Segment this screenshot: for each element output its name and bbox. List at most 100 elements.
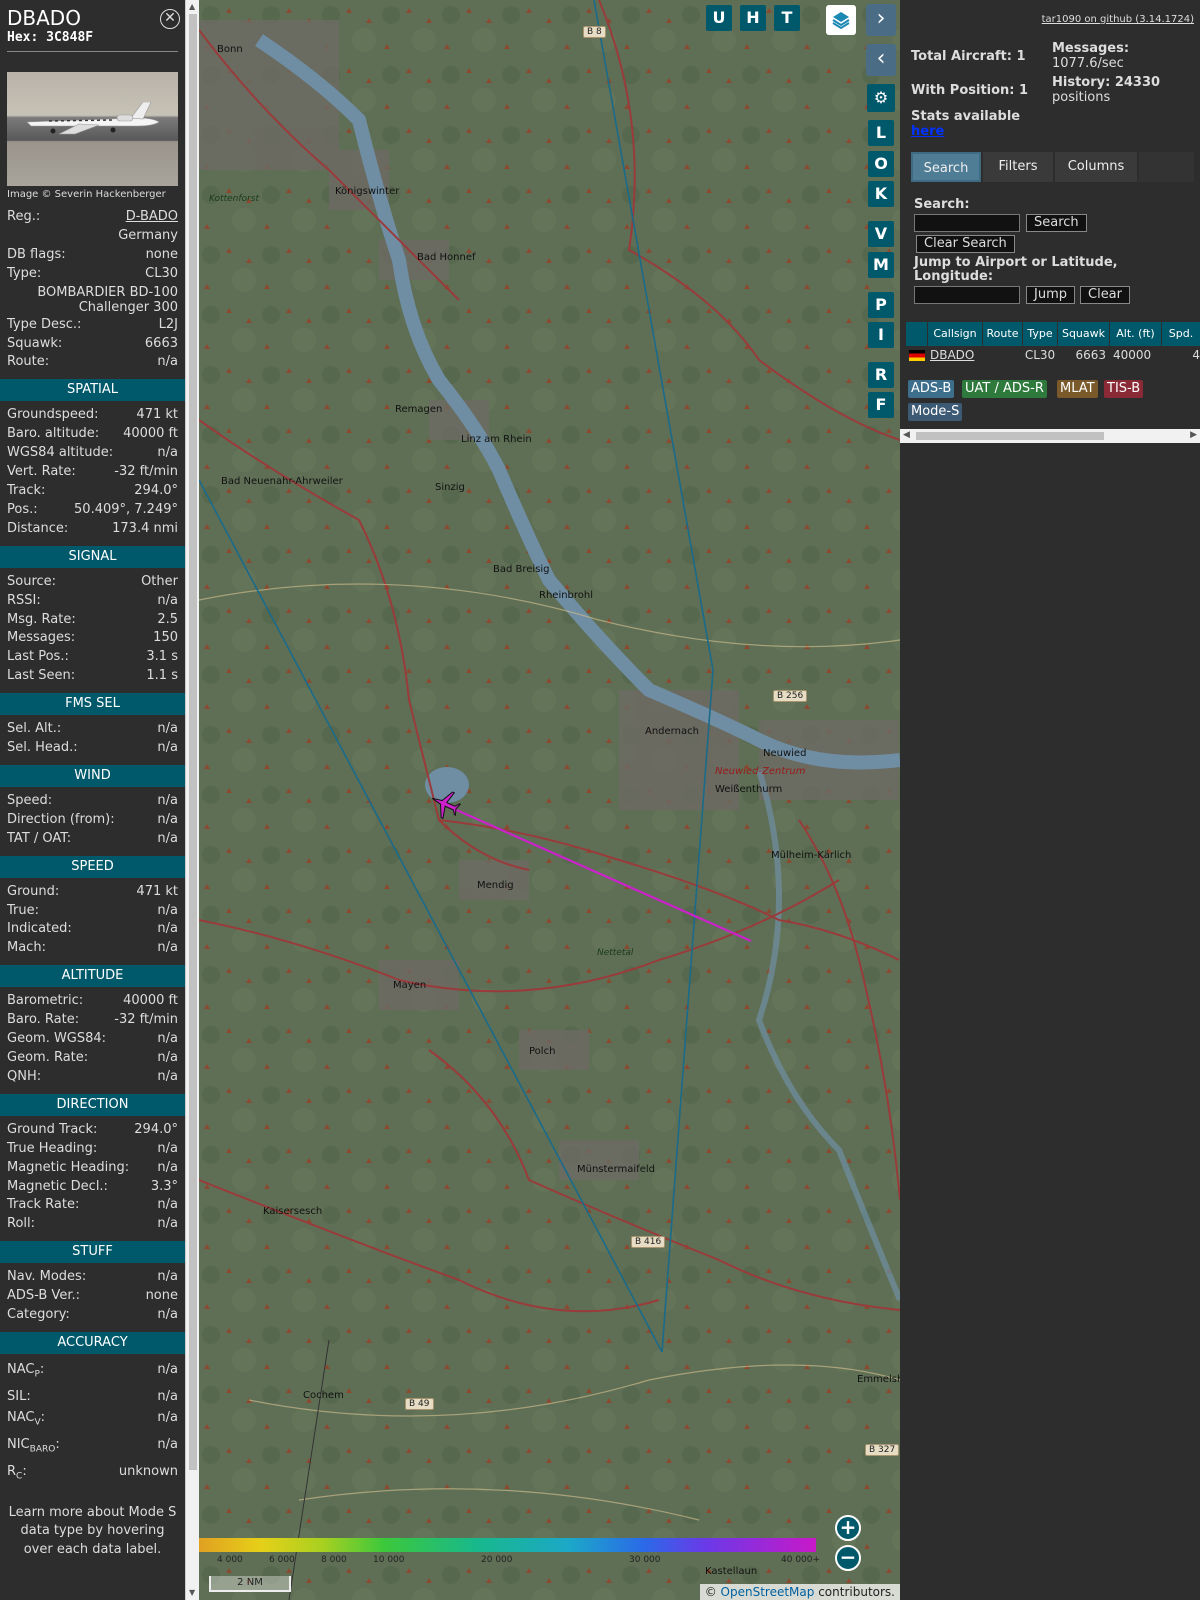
zoom-out-button[interactable]: −: [835, 1545, 861, 1571]
table-horizontal-scrollbar[interactable]: ◀ ▶: [900, 429, 1200, 443]
search-button[interactable]: Search: [1026, 214, 1087, 232]
scroll-right-icon[interactable]: ▶: [1190, 430, 1197, 440]
osm-link[interactable]: OpenStreetMap: [721, 1585, 815, 1599]
aircraft-photo[interactable]: [7, 72, 178, 186]
clear-button[interactable]: Clear: [1080, 286, 1130, 304]
tab-filters[interactable]: Filters: [983, 152, 1053, 182]
scroll-down-icon[interactable]: ▼: [189, 1588, 195, 1597]
detail-label[interactable]: Magnetic Decl.:: [7, 1178, 108, 1197]
detail-label[interactable]: Nav. Modes:: [7, 1268, 86, 1287]
jump-input[interactable]: [914, 286, 1020, 304]
aircraft-marker-icon[interactable]: [429, 788, 461, 820]
detail-label[interactable]: Last Pos.:: [7, 648, 69, 667]
detail-label[interactable]: Barometric:: [7, 992, 83, 1011]
map-button-t[interactable]: T: [774, 5, 800, 31]
layers-icon[interactable]: [826, 5, 856, 35]
detail-label[interactable]: SIL:: [7, 1386, 31, 1407]
chevron-right-icon[interactable]: ›: [866, 4, 896, 36]
col-speed[interactable]: Spd.: [1162, 322, 1200, 346]
scroll-left-icon[interactable]: ◀: [903, 430, 910, 440]
map-button-v[interactable]: V: [868, 221, 894, 247]
info-panel-scrollbar[interactable]: ▲ ▼: [185, 0, 199, 1600]
zoom-in-button[interactable]: +: [835, 1515, 861, 1541]
detail-label[interactable]: Direction (from):: [7, 811, 115, 830]
detail-label[interactable]: Pos.:: [7, 501, 38, 520]
map-canvas[interactable]: Bonn Königswinter Bad Honnef Kottenforst Rem…: [199, 0, 900, 1600]
detail-label[interactable]: Ground Track:: [7, 1121, 97, 1140]
detail-label[interactable]: Messages:: [7, 629, 75, 648]
detail-label[interactable]: Track:: [7, 482, 45, 501]
scroll-up-icon[interactable]: ▲: [189, 2, 195, 11]
map-button-i[interactable]: I: [868, 322, 894, 348]
detail-label[interactable]: True Heading:: [7, 1140, 97, 1159]
detail-label[interactable]: NICBARO:: [7, 1434, 60, 1461]
tab-columns[interactable]: Columns: [1055, 152, 1137, 182]
map-button-f[interactable]: F: [868, 392, 894, 418]
detail-label[interactable]: Ground:: [7, 883, 59, 902]
detail-row: Distance: 173.4 nmi: [0, 520, 185, 539]
map-button-h[interactable]: H: [740, 5, 766, 31]
col-alt[interactable]: Alt. (ft): [1110, 322, 1162, 346]
detail-value[interactable]: D-BADO: [126, 208, 178, 227]
detail-label[interactable]: Track Rate:: [7, 1196, 79, 1215]
detail-label[interactable]: Last Seen:: [7, 667, 75, 686]
settings-gear-icon[interactable]: ⚙: [867, 84, 895, 112]
detail-label[interactable]: Source:: [7, 573, 56, 592]
detail-label[interactable]: Sel. Alt.:: [7, 720, 61, 739]
chevron-left-icon[interactable]: ‹: [866, 44, 896, 76]
detail-label[interactable]: QNH:: [7, 1068, 41, 1087]
detail-label[interactable]: Magnetic Heading:: [7, 1159, 129, 1178]
map-button-r[interactable]: R: [868, 362, 894, 388]
detail-label[interactable]: Msg. Rate:: [7, 611, 76, 630]
col-callsign[interactable]: Callsign: [928, 322, 983, 346]
detail-label[interactable]: RC:: [7, 1461, 27, 1488]
map-button-l[interactable]: L: [868, 120, 894, 146]
detail-label[interactable]: NACP:: [7, 1359, 44, 1386]
jump-button[interactable]: Jump: [1026, 286, 1075, 304]
detail-label: Route:: [7, 354, 50, 370]
row-callsign[interactable]: DBADO: [928, 346, 983, 364]
col-squawk[interactable]: Squawk: [1058, 322, 1110, 346]
detail-label[interactable]: Sel. Head.:: [7, 739, 78, 758]
tab-search[interactable]: Search: [911, 152, 981, 182]
scrollbar-thumb[interactable]: [189, 14, 197, 1470]
map-attribution[interactable]: © OpenStreetMap contributors.: [699, 1584, 900, 1600]
detail-label[interactable]: NACV:: [7, 1407, 45, 1434]
detail-label[interactable]: TAT / OAT:: [7, 830, 71, 849]
detail-label[interactable]: RSSI:: [7, 592, 41, 611]
detail-label[interactable]: Distance:: [7, 520, 68, 539]
map-button-p[interactable]: P: [868, 292, 894, 318]
detail-label[interactable]: Mach:: [7, 939, 46, 958]
search-input[interactable]: [914, 214, 1020, 232]
detail-label[interactable]: ADS-B Ver.:: [7, 1287, 80, 1306]
detail-label[interactable]: Speed:: [7, 792, 52, 811]
map-button-o[interactable]: O: [868, 151, 894, 177]
detail-label[interactable]: Groundspeed:: [7, 406, 98, 425]
hscroll-thumb[interactable]: [916, 432, 1104, 440]
place-label: Andernach: [645, 726, 699, 737]
github-link[interactable]: tar1090 on github (3.14.1724): [1042, 14, 1194, 25]
detail-label[interactable]: Vert. Rate:: [7, 463, 76, 482]
detail-label[interactable]: Baro. altitude:: [7, 425, 99, 444]
map-button-m[interactable]: M: [868, 252, 894, 278]
col-type[interactable]: Type: [1023, 322, 1058, 346]
close-icon[interactable]: ✕: [160, 9, 180, 29]
detail-label[interactable]: Geom. Rate:: [7, 1049, 88, 1068]
map-button-u[interactable]: U: [706, 5, 732, 31]
detail-label[interactable]: Roll:: [7, 1215, 35, 1234]
detail-label[interactable]: True:: [7, 902, 39, 921]
here-link[interactable]: here: [911, 124, 944, 139]
table-row[interactable]: DBADO CL30 6663 40000 4: [906, 346, 1200, 364]
detail-label[interactable]: Geom. WGS84:: [7, 1030, 106, 1049]
map-button-k[interactable]: K: [868, 181, 894, 207]
detail-label[interactable]: WGS84 altitude:: [7, 444, 113, 463]
detail-value: n/a: [157, 354, 178, 370]
col-flag[interactable]: [906, 322, 928, 346]
detail-label[interactable]: Category:: [7, 1306, 70, 1325]
detail-label[interactable]: Indicated:: [7, 920, 72, 939]
clear-search-button[interactable]: Clear Search: [916, 235, 1015, 253]
detail-row: Speed: n/a: [0, 792, 185, 811]
col-route[interactable]: Route: [983, 322, 1023, 346]
stats-here-link[interactable]: here: [911, 124, 944, 139]
detail-label[interactable]: Baro. Rate:: [7, 1011, 79, 1030]
